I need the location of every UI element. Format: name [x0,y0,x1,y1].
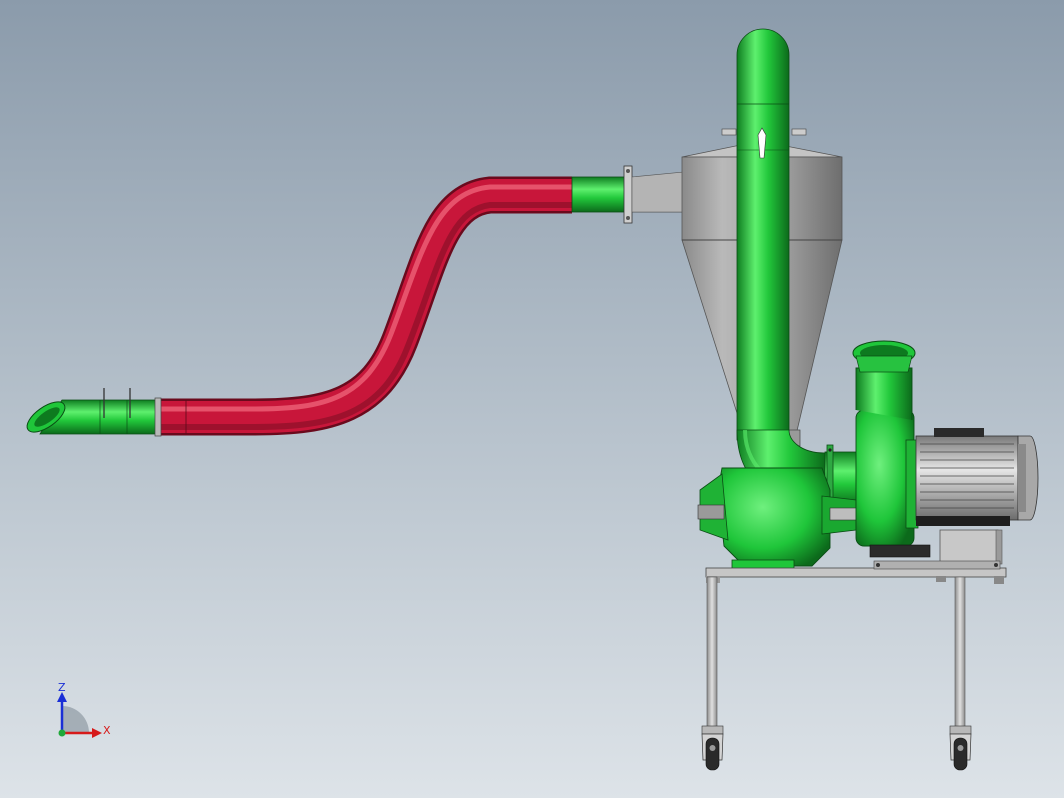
triad-z-label: Z [58,681,66,694]
triad-x-label: X [103,724,111,737]
cad-viewport[interactable]: Z X [0,0,1064,798]
